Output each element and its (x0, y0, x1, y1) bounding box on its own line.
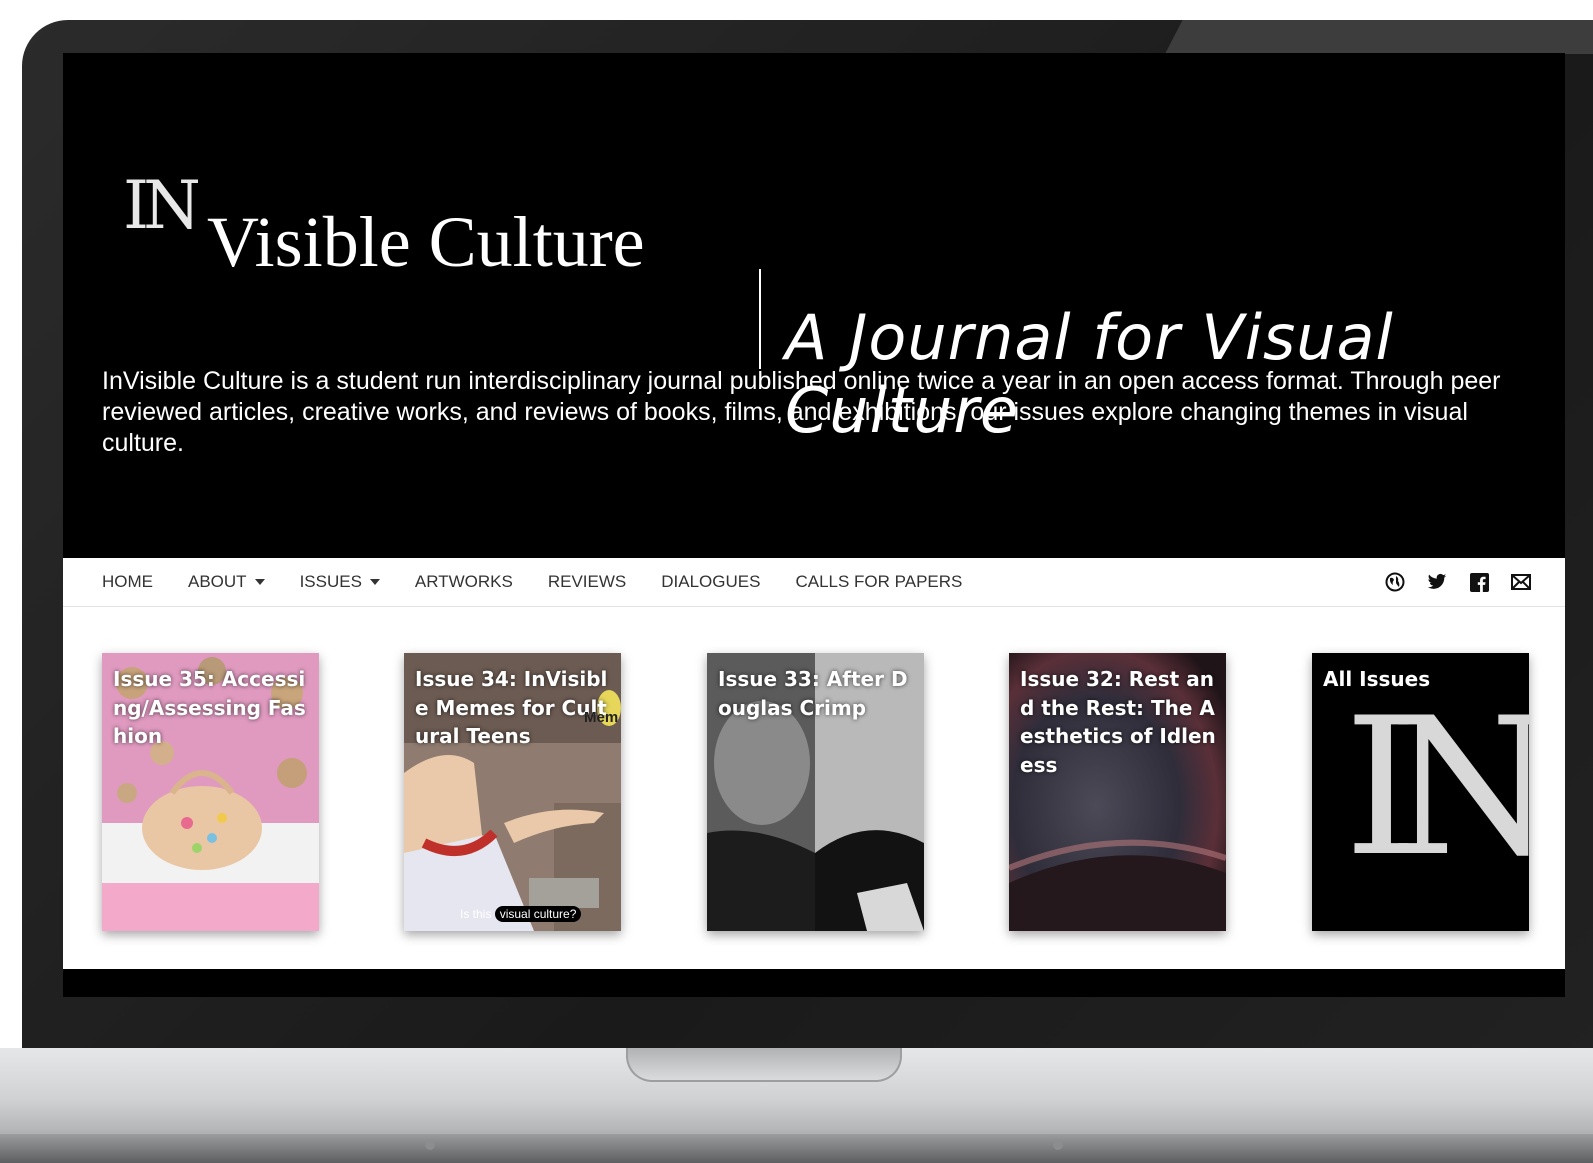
nav-artworks[interactable]: ARTWORKS (415, 572, 513, 592)
nav-reviews[interactable]: REVIEWS (548, 572, 626, 592)
screen: IN Visible Culture A Journal for Visual … (63, 53, 1565, 997)
issue-35-title: Issue 35: Accessing/Assessing Fashion (113, 667, 306, 748)
laptop-foot (425, 1140, 435, 1150)
screen-bottom-strip (63, 969, 1565, 997)
lid-glare (1165, 20, 1593, 54)
caption-plain: Is this (460, 907, 492, 921)
site-header: IN Visible Culture A Journal for Visual … (123, 153, 1563, 447)
base-shadow (0, 1134, 1593, 1163)
issues-grid: Issue 35: Accessing/Assessing Fashion Is… (63, 607, 1565, 969)
issue-card-33[interactable]: Issue 33: After Douglas Crimp (707, 653, 924, 931)
nav-list: HOME ABOUT ISSUES ARTWORKS REVIEWS DIALO… (102, 558, 997, 606)
issue-33-title: Issue 33: After Douglas Crimp (718, 667, 908, 720)
mail-icon[interactable] (1511, 572, 1531, 592)
issue-32-title: Issue 32: Rest and the Rest: The Aesthet… (1020, 667, 1216, 777)
nav-artworks-label: ARTWORKS (414, 572, 513, 591)
issue-34-title: Issue 34: InVisible Memes for Cultural T… (415, 667, 608, 748)
intro-text: InVisible Culture is a student run inter… (102, 367, 1501, 457)
laptop-base (0, 1048, 1593, 1163)
nav-about[interactable]: ABOUT (188, 572, 265, 592)
issue-34-caption: Is this visual culture? (460, 906, 582, 922)
nav-calls-for-papers[interactable]: CALLS FOR PAPERS (795, 572, 962, 592)
nav-reviews-label: REVIEWS (547, 572, 627, 591)
facebook-icon[interactable] (1469, 572, 1489, 592)
nav-calls-label: CALLS FOR PAPERS (795, 572, 963, 591)
title-divider (759, 269, 761, 369)
caret-down-icon (254, 579, 265, 585)
laptop-notch (626, 1048, 902, 1082)
nav-home[interactable]: HOME (102, 572, 153, 592)
nav-dialogues-label: DIALOGUES (661, 572, 761, 591)
nav-issues-label: ISSUES (299, 572, 362, 591)
issue-card-34[interactable]: Issue 34: InVisible Memes for Cultural T… (404, 653, 621, 931)
main-navbar: HOME ABOUT ISSUES ARTWORKS REVIEWS DIALO… (63, 558, 1565, 607)
issue-card-35[interactable]: Issue 35: Accessing/Assessing Fashion (102, 653, 319, 931)
laptop-foot (1053, 1140, 1063, 1150)
nav-about-label: ABOUT (188, 572, 247, 591)
nav-dialogues[interactable]: DIALOGUES (661, 572, 760, 592)
globe-icon[interactable] (1385, 572, 1405, 592)
nav-home-label: HOME (102, 572, 153, 591)
caption-pill: visual culture? (494, 906, 582, 922)
caret-down-icon (369, 579, 380, 585)
meme-label: Mem (584, 709, 619, 726)
logo-mark[interactable]: IN (123, 167, 201, 244)
site-title[interactable]: Visible Culture (207, 201, 645, 284)
social-links (1363, 558, 1531, 606)
nav-issues[interactable]: ISSUES (300, 572, 380, 592)
issue-card-32[interactable]: Issue 32: Rest and the Rest: The Aesthet… (1009, 653, 1226, 931)
all-issues-logo: IN (1344, 677, 1529, 898)
all-issues-card[interactable]: All Issues IN (1312, 653, 1529, 931)
twitter-icon[interactable] (1427, 572, 1447, 592)
